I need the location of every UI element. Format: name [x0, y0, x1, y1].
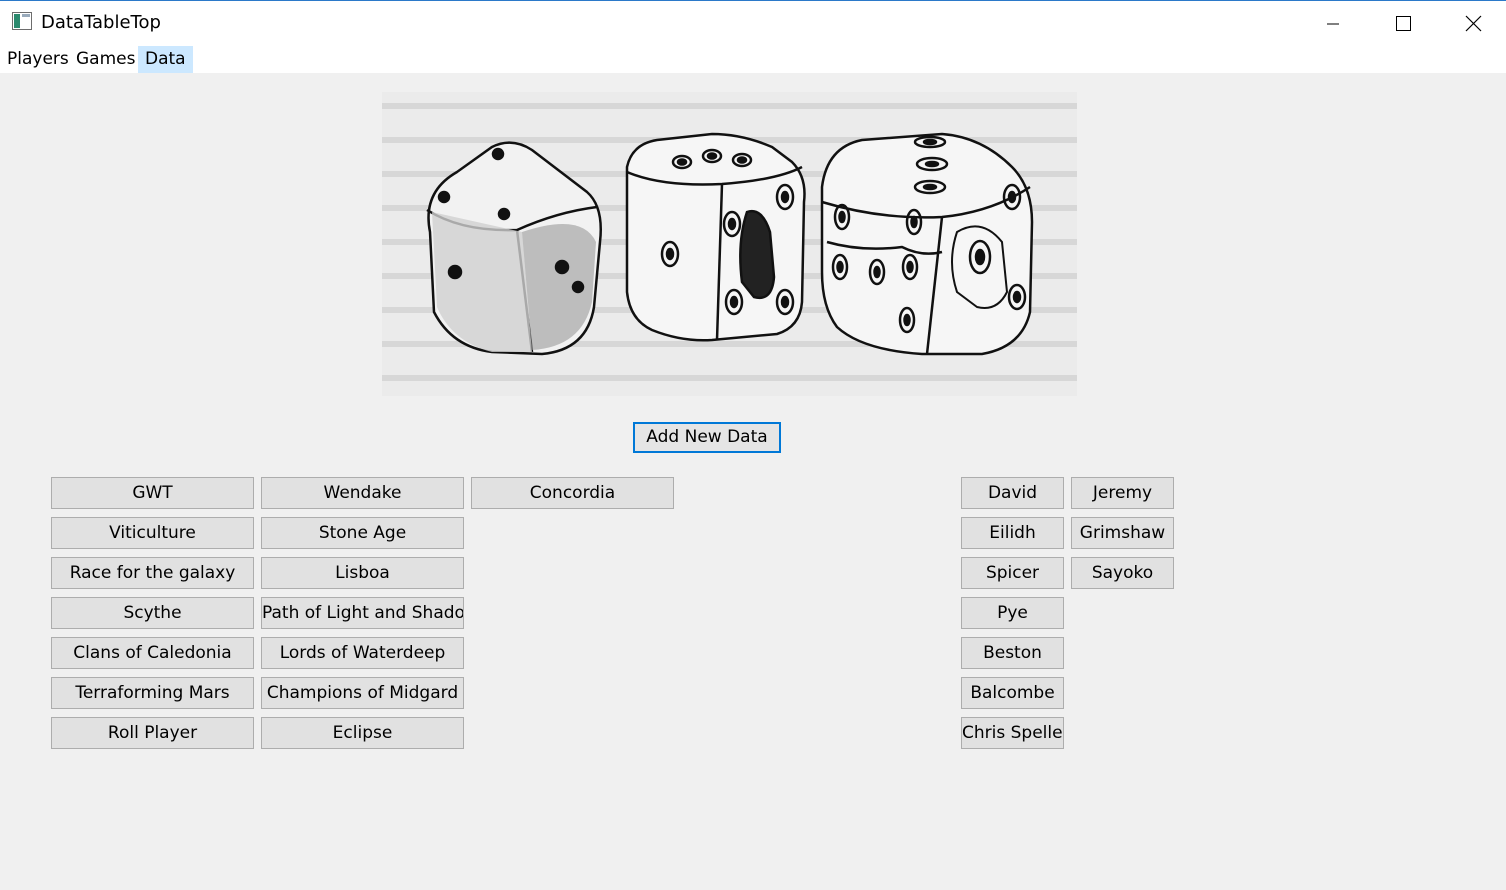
game-button[interactable]: Roll Player	[51, 717, 254, 749]
menu-data[interactable]: Data	[138, 46, 193, 73]
game-button[interactable]: Stone Age	[261, 517, 464, 549]
game-button[interactable]: Scythe	[51, 597, 254, 629]
die-right	[820, 132, 1034, 356]
dice-image	[382, 92, 1077, 396]
player-button[interactable]: Chris Speller	[961, 717, 1064, 749]
close-icon	[1465, 15, 1482, 32]
player-button[interactable]: Spicer	[961, 557, 1064, 589]
game-button[interactable]: Champions of Midgard	[261, 677, 464, 709]
maximize-button[interactable]	[1369, 1, 1437, 46]
player-button[interactable]: Balcombe	[961, 677, 1064, 709]
game-button[interactable]: Path of Light and Shadow	[261, 597, 464, 629]
maximize-icon	[1396, 16, 1411, 31]
game-button[interactable]: Lords of Waterdeep	[261, 637, 464, 669]
game-button[interactable]: Lisboa	[261, 557, 464, 589]
die-middle	[625, 132, 806, 342]
game-button[interactable]: GWT	[51, 477, 254, 509]
add-new-data-button[interactable]: Add New Data	[633, 422, 781, 453]
game-button[interactable]: Clans of Caledonia	[51, 637, 254, 669]
game-button[interactable]: Race for the galaxy	[51, 557, 254, 589]
menu-games[interactable]: Games	[69, 46, 142, 73]
title-bar: DataTableTop	[0, 0, 1506, 46]
game-button[interactable]: Concordia	[471, 477, 674, 509]
close-button[interactable]	[1439, 1, 1506, 46]
minimize-button[interactable]	[1299, 1, 1367, 46]
window-title: DataTableTop	[41, 12, 161, 33]
player-button[interactable]: Eilidh	[961, 517, 1064, 549]
player-button[interactable]: Sayoko	[1071, 557, 1174, 589]
minimize-icon	[1327, 23, 1339, 25]
player-button[interactable]: Grimshaw	[1071, 517, 1174, 549]
game-button[interactable]: Eclipse	[261, 717, 464, 749]
player-button[interactable]: Jeremy	[1071, 477, 1174, 509]
game-button[interactable]: Terraforming Mars	[51, 677, 254, 709]
game-button[interactable]: Wendake	[261, 477, 464, 509]
menu-bar: Players Games Data	[0, 45, 1506, 73]
player-button[interactable]: Pye	[961, 597, 1064, 629]
app-window-icon	[12, 12, 32, 30]
game-button[interactable]: Viticulture	[51, 517, 254, 549]
player-button[interactable]: Beston	[961, 637, 1064, 669]
menu-players[interactable]: Players	[0, 46, 76, 73]
player-button[interactable]: David	[961, 477, 1064, 509]
